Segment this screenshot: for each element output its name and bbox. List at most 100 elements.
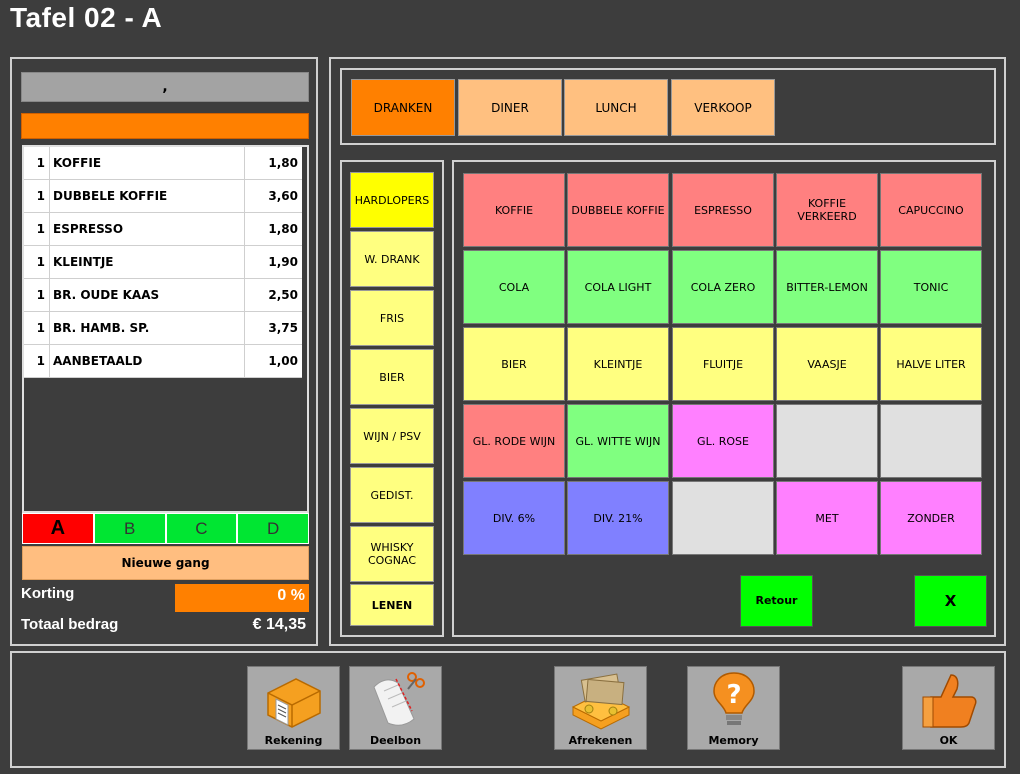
order-price: 1,90 [268,255,298,269]
group-bier[interactable]: BIER [350,349,434,405]
category-lunch[interactable]: LUNCH [564,79,668,136]
order-qty: 1 [24,312,50,344]
rekening-label: Rekening [264,734,323,747]
discount-label: Korting [21,585,75,602]
action-bar: Rekening Deelbon Afrekenen ? Memory OK [10,651,1006,768]
discount-field[interactable]: 0 % [175,584,309,612]
course-tabs: A B C D [22,513,309,544]
product-button[interactable]: TONIC [880,250,982,324]
group-w-drank[interactable]: W. DRANK [350,231,434,287]
info-bar[interactable] [21,113,309,139]
group-list: HARDLOPERS W. DRANK FRIS BIER WIJN / PSV… [340,160,444,637]
scissors-receipt-icon [373,672,425,726]
deelbon-button[interactable]: Deelbon [349,666,442,750]
order-price: 1,00 [268,354,298,368]
page-title: Tafel 02 - A [10,2,163,33]
category-bar: DRANKEN DINER LUNCH VERKOOP [340,68,996,145]
order-item: ESPRESSO [50,213,245,245]
product-button[interactable]: COLA LIGHT [567,250,669,324]
group-hardlopers[interactable]: HARDLOPERS [350,172,434,228]
product-button[interactable]: DIV. 6% [463,481,565,555]
course-tab-b[interactable]: B [93,513,166,544]
group-lenen[interactable]: LENEN [350,584,434,626]
order-row[interactable]: 1 DUBBELE KOFFIE 3,60 [24,180,302,213]
product-button[interactable]: MET [776,481,878,555]
retour-button[interactable]: Retour [740,575,813,627]
order-qty: 1 [24,213,50,245]
order-row[interactable]: 1 BR. HAMB. SP. 3,75 [24,312,302,345]
afrekenen-button[interactable]: Afrekenen [554,666,647,750]
printer-icon [267,678,321,728]
question-bulb-icon: ? [713,672,755,725]
order-price: 1,80 [268,156,298,170]
svg-text:?: ? [726,680,741,710]
ok-button[interactable]: OK [902,666,995,750]
order-list: 1 KOFFIE 1,80 1 DUBBELE KOFFIE 3,60 1 ES… [22,145,309,513]
order-price: 3,60 [268,189,298,203]
product-button[interactable]: COLA [463,250,565,324]
category-verkoop[interactable]: VERKOOP [671,79,775,136]
close-button[interactable]: X [914,575,987,627]
product-button[interactable]: GL. WITTE WIJN [567,404,669,478]
product-button[interactable]: KLEINTJE [567,327,669,401]
order-qty: 1 [24,279,50,311]
customer-name-bar[interactable]: , [21,72,309,102]
order-row[interactable]: 1 KLEINTJE 1,90 [24,246,302,279]
order-panel: , 1 KOFFIE 1,80 1 DUBBELE KOFFIE 3,60 1 … [10,57,318,646]
product-button[interactable]: HALVE LITER [880,327,982,401]
product-panel: DRANKEN DINER LUNCH VERKOOP HARDLOPERS W… [329,57,1006,646]
order-row[interactable]: 1 BR. OUDE KAAS 2,50 [24,279,302,312]
rekening-button[interactable]: Rekening [247,666,340,750]
product-button[interactable]: KOFFIE [463,173,565,247]
product-grid: KOFFIE DUBBELE KOFFIE ESPRESSO KOFFIE VERKE… [452,160,996,637]
product-button[interactable]: KOFFIE VERKEERD [776,173,878,247]
order-item: KLEINTJE [50,246,245,278]
product-button[interactable]: COLA ZERO [672,250,774,324]
group-fris[interactable]: FRIS [350,290,434,346]
product-button[interactable]: BIER [463,327,565,401]
empty-product-slot[interactable] [776,404,878,478]
memory-label: Memory [708,734,759,747]
order-item: KOFFIE [50,147,245,179]
money-icon [571,673,631,730]
empty-product-slot[interactable] [880,404,982,478]
order-price: 1,80 [268,222,298,236]
order-price: 2,50 [268,288,298,302]
order-row[interactable]: 1 AANBETAALD 1,00 [24,345,302,378]
thumbs-up-icon [922,674,977,728]
product-button[interactable]: CAPUCCINO [880,173,982,247]
product-button[interactable]: GL. ROSE [672,404,774,478]
order-item: BR. OUDE KAAS [50,279,245,311]
order-row[interactable]: 1 KOFFIE 1,80 [24,147,302,180]
product-button[interactable]: DIV. 21% [567,481,669,555]
course-tab-a[interactable]: A [22,513,94,544]
order-item: DUBBELE KOFFIE [50,180,245,212]
group-gedist[interactable]: GEDIST. [350,467,434,523]
afrekenen-label: Afrekenen [568,734,633,747]
category-diner[interactable]: DINER [458,79,562,136]
product-button[interactable]: VAASJE [776,327,878,401]
memory-button[interactable]: ? Memory [687,666,780,750]
total-value: € 14,35 [252,616,306,633]
empty-product-slot[interactable] [672,481,774,555]
course-tab-d[interactable]: D [237,513,309,544]
order-item: BR. HAMB. SP. [50,312,245,344]
new-course-button[interactable]: Nieuwe gang [22,546,309,580]
order-qty: 1 [24,246,50,278]
order-row[interactable]: 1 ESPRESSO 1,80 [24,213,302,246]
order-qty: 1 [24,147,50,179]
category-dranken[interactable]: DRANKEN [351,79,455,136]
group-whisky-cognac[interactable]: WHISKY COGNAC [350,526,434,582]
order-table: 1 KOFFIE 1,80 1 DUBBELE KOFFIE 3,60 1 ES… [24,147,302,378]
product-button[interactable]: ESPRESSO [672,173,774,247]
product-button[interactable]: FLUITJE [672,327,774,401]
product-button[interactable]: GL. RODE WIJN [463,404,565,478]
ok-label: OK [939,734,958,747]
product-button[interactable]: BITTER-LEMON [776,250,878,324]
product-button[interactable]: ZONDER [880,481,982,555]
product-button[interactable]: DUBBELE KOFFIE [567,173,669,247]
group-wijn-psv[interactable]: WIJN / PSV [350,408,434,464]
deelbon-label: Deelbon [369,734,422,747]
course-tab-c[interactable]: C [165,513,238,544]
order-item: AANBETAALD [50,345,245,377]
